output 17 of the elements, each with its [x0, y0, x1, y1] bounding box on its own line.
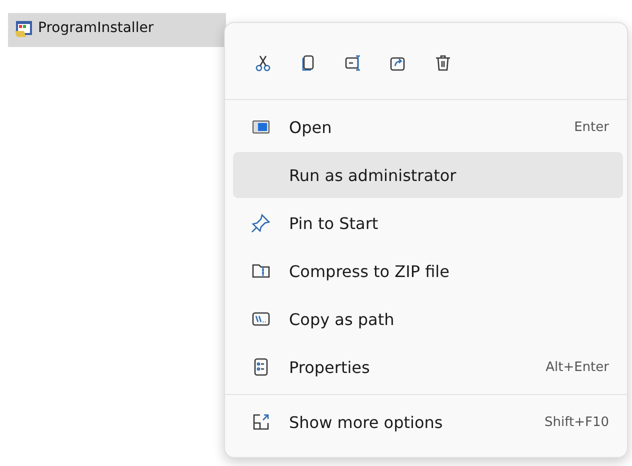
- menu-item[interactable]: Open Enter: [233, 104, 623, 150]
- menu-item[interactable]: Pin to Start: [233, 200, 623, 246]
- menu-item[interactable]: Show more options Shift+F10: [233, 399, 623, 445]
- menu-item[interactable]: Compress to ZIP file: [233, 248, 623, 294]
- shortcut-label: Alt+Enter: [546, 360, 609, 374]
- pin-icon: [251, 213, 271, 233]
- expand-icon: [251, 412, 271, 432]
- rename-icon: [343, 53, 363, 73]
- program-icon: [14, 19, 34, 39]
- delete-icon: [433, 53, 453, 73]
- menu-item[interactable]: Properties Alt+Enter: [233, 344, 623, 390]
- menu-item[interactable]: Run as administrator: [233, 152, 623, 198]
- file-item[interactable]: ProgramInstaller: [8, 13, 226, 47]
- shortcut-label: Enter: [574, 120, 609, 134]
- shortcut-label: Shift+F10: [544, 414, 609, 430]
- menu-item[interactable]: Copy as path: [233, 296, 623, 342]
- cut-icon: [253, 53, 273, 73]
